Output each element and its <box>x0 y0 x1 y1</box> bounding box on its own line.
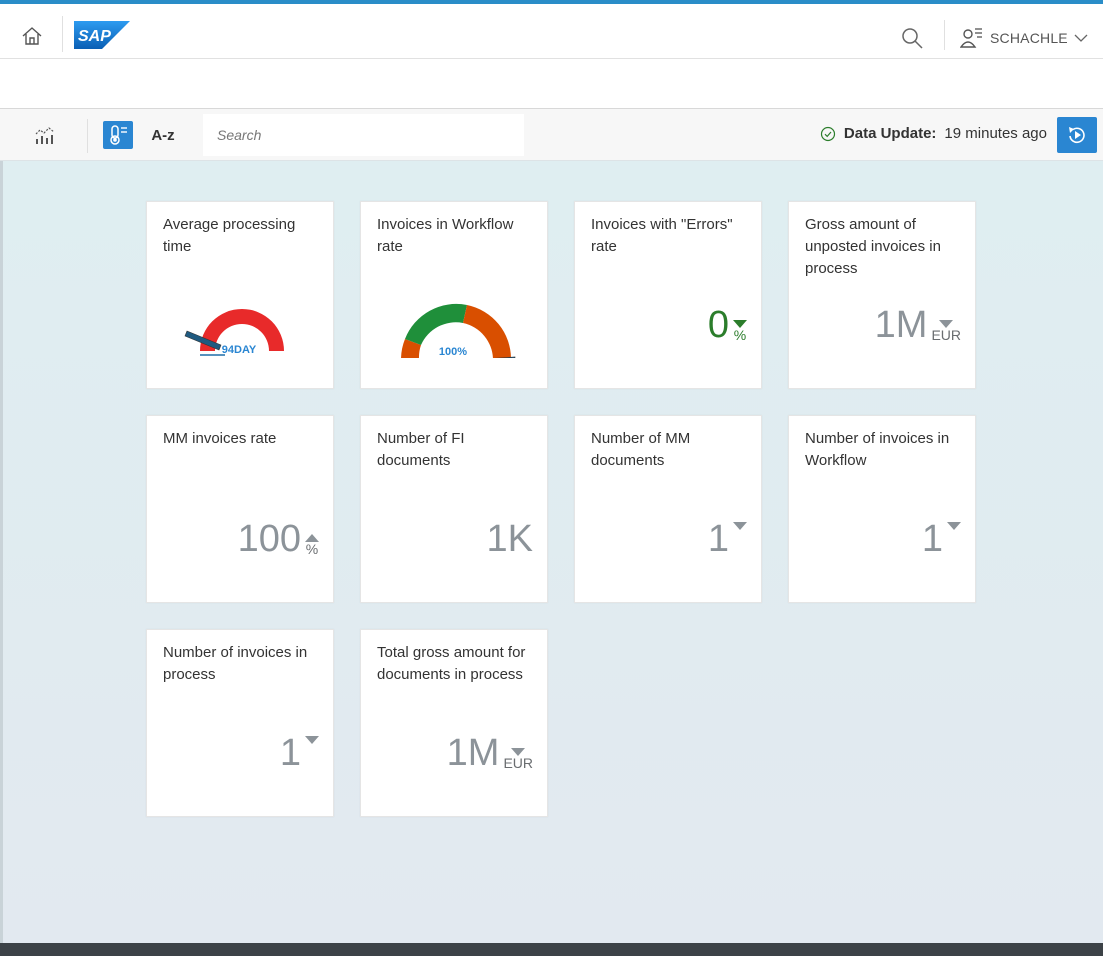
shell-bar: SAP SCHACHLE <box>0 0 1103 59</box>
search-input[interactable] <box>203 114 524 156</box>
home-icon <box>22 27 42 45</box>
tile-total-gross-amount[interactable]: Total gross amount for documents in proc… <box>360 629 548 817</box>
sort-by-status-button[interactable] <box>103 121 133 149</box>
kpi-value: 1M <box>446 732 500 774</box>
tile-title: Number of invoices in Workflow <box>805 430 950 469</box>
chart-view-button[interactable] <box>30 121 60 149</box>
gauge-arc-orange-right <box>463 305 511 358</box>
tile-title: Number of invoices in process <box>163 644 308 683</box>
kpi-value: 1 <box>921 518 943 560</box>
tile-number-fi-documents[interactable]: Number of FI documents 1K <box>360 415 548 603</box>
sub-header <box>0 59 1103 109</box>
tile-average-processing-time[interactable]: Average processing time 94DAY <box>146 201 334 389</box>
user-name: SCHACHLE <box>990 30 1068 46</box>
tile-gross-amount-unposted[interactable]: Gross amount of unposted invoices in pro… <box>788 201 976 389</box>
tile-title: Invoices in Workflow rate <box>377 216 514 255</box>
chart-icon <box>35 127 55 144</box>
kpi-value-group: 1K <box>487 520 533 558</box>
footer-bar <box>0 943 1103 956</box>
tile-title: Number of MM documents <box>591 430 691 469</box>
tile-title: Invoices with "Errors" rate <box>591 216 733 255</box>
kpi-value-group: 1 <box>922 520 961 558</box>
kpi-value: 1 <box>279 732 301 774</box>
kpi-value: 1 <box>707 518 729 560</box>
user-icon <box>960 28 982 48</box>
kpi-unit: EUR <box>503 755 533 771</box>
shell-divider <box>62 16 63 52</box>
tile-number-mm-documents[interactable]: Number of MM documents 1 <box>574 415 762 603</box>
kpi-value-group: 100 % <box>238 520 319 558</box>
refresh-button[interactable] <box>1057 117 1097 153</box>
tile-mm-invoices-rate[interactable]: MM invoices rate 100 % <box>146 415 334 603</box>
kpi-value-group: 0 % <box>708 306 747 344</box>
data-update-value: 19 minutes ago <box>944 125 1047 142</box>
trend-down-icon <box>947 522 961 530</box>
kpi-value-group: 1 <box>280 734 319 772</box>
kpi-value: 1K <box>486 518 533 560</box>
kpi-value-group: 1M EUR <box>447 734 533 772</box>
tile-title: Number of FI documents <box>377 430 465 469</box>
gauge-label: 94DAY <box>222 344 257 356</box>
search-icon <box>902 28 923 49</box>
kpi-unit: % <box>305 541 319 557</box>
refresh-icon <box>1069 127 1085 144</box>
trend-down-icon <box>305 736 319 744</box>
kpi-unit: EUR <box>931 327 961 343</box>
gauge-arc-green <box>405 303 467 345</box>
shell-divider <box>944 20 945 50</box>
kpi-value: 1M <box>874 304 928 346</box>
sap-logo-text: SAP <box>78 28 111 45</box>
tile-title: Gross amount of unposted invoices in pro… <box>805 216 941 277</box>
tile-number-invoices-in-process[interactable]: Number of invoices in process 1 <box>146 629 334 817</box>
chevron-down-icon <box>1074 34 1088 42</box>
kpi-value-group: 1M EUR <box>875 306 961 344</box>
data-update-status: Data Update: 19 minutes ago <box>820 125 1047 142</box>
tile-invoices-in-workflow-rate[interactable]: Invoices in Workflow rate 100% <box>360 201 548 389</box>
kpi-value: 0 <box>707 304 729 346</box>
check-circle-icon <box>820 126 836 141</box>
kpi-unit: % <box>733 327 747 343</box>
sap-logo[interactable]: SAP <box>74 21 130 49</box>
gauge-label: 100% <box>439 346 467 358</box>
sort-alphabetical-button[interactable]: A-z <box>148 121 178 149</box>
thermometer-sort-icon <box>110 125 127 145</box>
tile-invoices-errors-rate[interactable]: Invoices with "Errors" rate 0 % <box>574 201 762 389</box>
gauge-chart: 100% <box>401 303 516 358</box>
shell-search-button[interactable] <box>900 26 926 52</box>
kpi-value: 100 <box>237 518 301 560</box>
toolbar: A-z Data Update: 19 minutes ago <box>0 109 1103 161</box>
sort-alphabetical-label: A-z <box>151 126 175 144</box>
tile-container: Average processing time 94DAY Invoices i… <box>0 161 1103 943</box>
home-button[interactable] <box>18 22 46 50</box>
tile-title: Average processing time <box>163 216 296 255</box>
user-menu[interactable]: SCHACHLE <box>960 24 1088 52</box>
data-update-label: Data Update: <box>843 125 937 142</box>
toolbar-divider <box>87 119 88 153</box>
kpi-value-group: 1 <box>708 520 747 558</box>
tile-title: MM invoices rate <box>163 430 277 447</box>
trend-down-icon <box>733 522 747 530</box>
tile-title: Total gross amount for documents in proc… <box>377 644 526 683</box>
tile-number-invoices-in-workflow[interactable]: Number of invoices in Workflow 1 <box>788 415 976 603</box>
gauge-chart: 94DAY <box>184 309 284 356</box>
